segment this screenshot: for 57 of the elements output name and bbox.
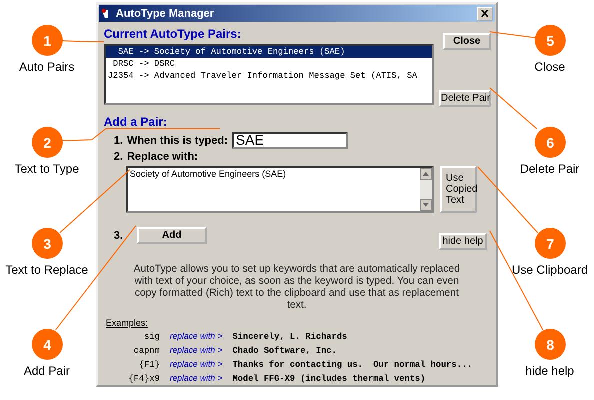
callout-label: Text to Replace bbox=[6, 263, 88, 277]
callout-label: Delete Pair bbox=[520, 162, 580, 176]
close-button[interactable]: Close bbox=[443, 33, 491, 50]
list-item[interactable]: SAE -> Society of Automotive Engineers (SAE) bbox=[106, 46, 432, 58]
callout-label: Auto Pairs bbox=[19, 60, 75, 74]
hide-help-button[interactable]: hide help bbox=[439, 233, 487, 250]
leader-line bbox=[62, 40, 104, 42]
scroll-up-icon[interactable] bbox=[420, 168, 432, 180]
callout-number: 6 bbox=[535, 127, 566, 158]
callout-label: Close bbox=[534, 60, 566, 74]
callout-number: 8 bbox=[535, 329, 566, 360]
replace-with-label: replace with > bbox=[170, 344, 223, 357]
example-replacement: Model FFG-X9 (includes thermal vents) bbox=[232, 374, 427, 384]
example-replacement: Sincerely, L. Richards bbox=[232, 332, 348, 342]
field-label: When this is typed: bbox=[127, 134, 228, 146]
example-replacement: Chado Software, Inc. bbox=[232, 346, 338, 356]
step-number: 1. bbox=[114, 134, 124, 146]
delete-pair-button[interactable]: Delete Pair bbox=[439, 90, 491, 107]
section-heading: Add a Pair: bbox=[104, 115, 168, 129]
use-copied-text-button[interactable]: Use Copied Text bbox=[440, 166, 477, 213]
add-button[interactable]: Add bbox=[137, 227, 207, 244]
example-keyword: capnm bbox=[132, 346, 160, 356]
leader-line bbox=[490, 88, 538, 130]
step-number: 3. bbox=[114, 230, 124, 242]
step-number: 2. bbox=[114, 151, 124, 163]
callout-number: 4 bbox=[32, 329, 63, 360]
pairs-list[interactable]: SAE -> Society of Automotive Engineers (SAE) DRSC -> DSRC J2354 -> Advanced Traveler Information Message Set (ATIS, SA bbox=[104, 44, 434, 105]
callout-number: 1 bbox=[32, 25, 63, 56]
help-text: AutoType allows you to set up keywords that are automatically replaced with text of your choice, as soon as the keyword is typed. You can even copy formatted (Rich) text to the clipboard and use that as replacement text. bbox=[132, 264, 462, 312]
callout-number: 5 bbox=[535, 25, 566, 56]
scroll-down-icon[interactable] bbox=[420, 199, 432, 211]
examples-heading: Examples: bbox=[106, 318, 150, 328]
callout-label: Use Clipboard bbox=[512, 263, 588, 277]
callout-label: Text to Type bbox=[14, 162, 80, 176]
example-keyword: {F1} bbox=[138, 360, 160, 370]
keyword-field[interactable]: SAE bbox=[232, 132, 348, 149]
callout-number: 3 bbox=[32, 228, 63, 259]
callout-number: 2 bbox=[32, 127, 63, 158]
replace-with-label: replace with > bbox=[170, 330, 223, 343]
callout-label: Add Pair bbox=[24, 364, 70, 378]
replacement-text-area[interactable]: Society of Automotive Engineers (SAE) bbox=[126, 166, 434, 213]
example-keyword: {F4}x9 bbox=[128, 374, 160, 384]
list-item[interactable]: J2354 -> Advanced Traveler Information Message Set (ATIS, SA bbox=[106, 70, 432, 82]
field-label: Replace with: bbox=[127, 151, 198, 163]
replace-with-label: replace with > bbox=[170, 358, 223, 371]
list-item[interactable]: DRSC -> DSRC bbox=[106, 58, 432, 70]
example-keyword: sig bbox=[143, 332, 160, 342]
example-replacement: Thanks for contacting us. Our normal hours... bbox=[232, 360, 474, 370]
scrollbar[interactable] bbox=[420, 168, 432, 211]
callout-label: hide help bbox=[526, 364, 574, 378]
replacement-text: Society of Automotive Engineers (SAE) bbox=[129, 168, 288, 181]
callout-number: 7 bbox=[535, 228, 566, 259]
section-heading: Current AutoType Pairs: bbox=[104, 27, 242, 41]
window-title: AutoType Manager bbox=[116, 8, 216, 20]
replace-with-label: replace with > bbox=[170, 372, 223, 385]
leader-line bbox=[490, 32, 536, 38]
close-icon[interactable] bbox=[477, 6, 493, 20]
